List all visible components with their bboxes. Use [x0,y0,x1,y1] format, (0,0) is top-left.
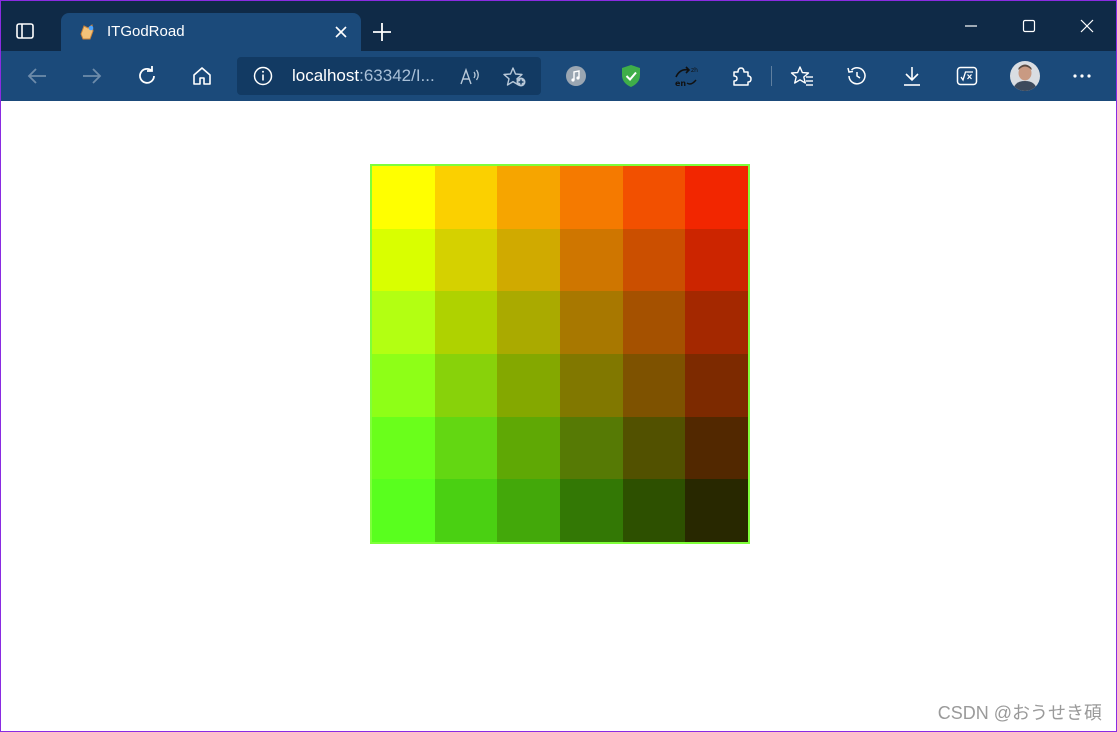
color-cell [497,353,560,417]
color-cell [497,166,560,229]
color-cell [685,416,748,480]
url-path: :63342/I... [359,66,435,85]
download-icon[interactable] [899,63,925,89]
color-cell [372,479,435,542]
math-solver-icon[interactable] [954,63,980,89]
color-cell [372,416,435,480]
color-cell [622,166,686,229]
color-cell [434,479,498,542]
color-cell [434,291,498,354]
window-controls [942,1,1116,51]
color-cell [559,228,623,292]
add-favorite-icon[interactable] [503,66,527,88]
color-cell [434,353,498,417]
color-cell [559,416,623,480]
browser-window: ITGodRoad localhost:63342/I... en zh CSD… [0,0,1117,732]
color-cell [622,416,686,480]
refresh-icon[interactable] [134,63,160,89]
plus-icon[interactable] [371,21,393,43]
history-icon[interactable] [844,63,870,89]
color-cell [685,228,748,292]
color-grid [372,166,748,542]
page-favicon-icon [77,22,97,42]
color-cell [559,479,623,542]
close-icon[interactable] [333,24,349,40]
watermark: CSDN @おうせき碩 [937,703,1102,723]
color-grid-frame [370,164,750,544]
puzzle-icon[interactable] [728,63,754,89]
close-icon[interactable] [1058,1,1116,51]
url-text[interactable]: localhost:63342/I... [292,66,435,86]
color-cell [497,479,560,542]
color-cell [434,416,498,480]
color-cell [559,353,623,417]
color-cell [434,166,498,229]
color-cell [372,228,435,292]
svg-text:zh: zh [691,67,698,74]
tab-title: ITGodRoad [107,23,185,40]
color-cell [372,166,435,229]
page-content: CSDN @おうせき碩 [1,101,1116,731]
color-cell [434,228,498,292]
read-aloud-icon[interactable] [459,66,481,88]
back-arrow-icon[interactable] [24,63,50,89]
shield-check-icon[interactable] [618,63,644,89]
color-cell [497,416,560,480]
color-cell [685,166,748,229]
color-cell [685,291,748,354]
color-cell [685,353,748,417]
address-bar[interactable]: localhost:63342/I... [237,57,541,95]
active-tab[interactable]: ITGodRoad [61,13,361,51]
color-cell [685,479,748,542]
url-host: localhost [292,66,360,85]
more-icon[interactable] [1069,63,1095,89]
music-extension-icon[interactable] [563,63,589,89]
forward-arrow-icon[interactable] [79,63,105,89]
color-cell [559,291,623,354]
maximize-icon[interactable] [1000,1,1058,51]
color-cell [559,166,623,229]
color-cell [372,291,435,354]
color-cell [497,291,560,354]
translate-icon[interactable]: en zh [673,63,699,89]
color-cell [622,353,686,417]
color-cell [622,479,686,542]
home-icon[interactable] [189,63,215,89]
minimize-icon[interactable] [942,1,1000,51]
svg-text:en: en [675,79,686,88]
color-cell [622,228,686,292]
browser-toolbar: localhost:63342/I... en zh [1,51,1116,101]
tab-actions-icon[interactable] [13,19,37,43]
color-cell [497,228,560,292]
toolbar-divider [771,66,772,86]
info-icon[interactable] [253,66,273,86]
favorites-icon[interactable] [789,63,815,89]
color-cell [622,291,686,354]
title-bar: ITGodRoad [1,1,1116,51]
color-cell [372,353,435,417]
avatar[interactable] [1010,61,1040,91]
